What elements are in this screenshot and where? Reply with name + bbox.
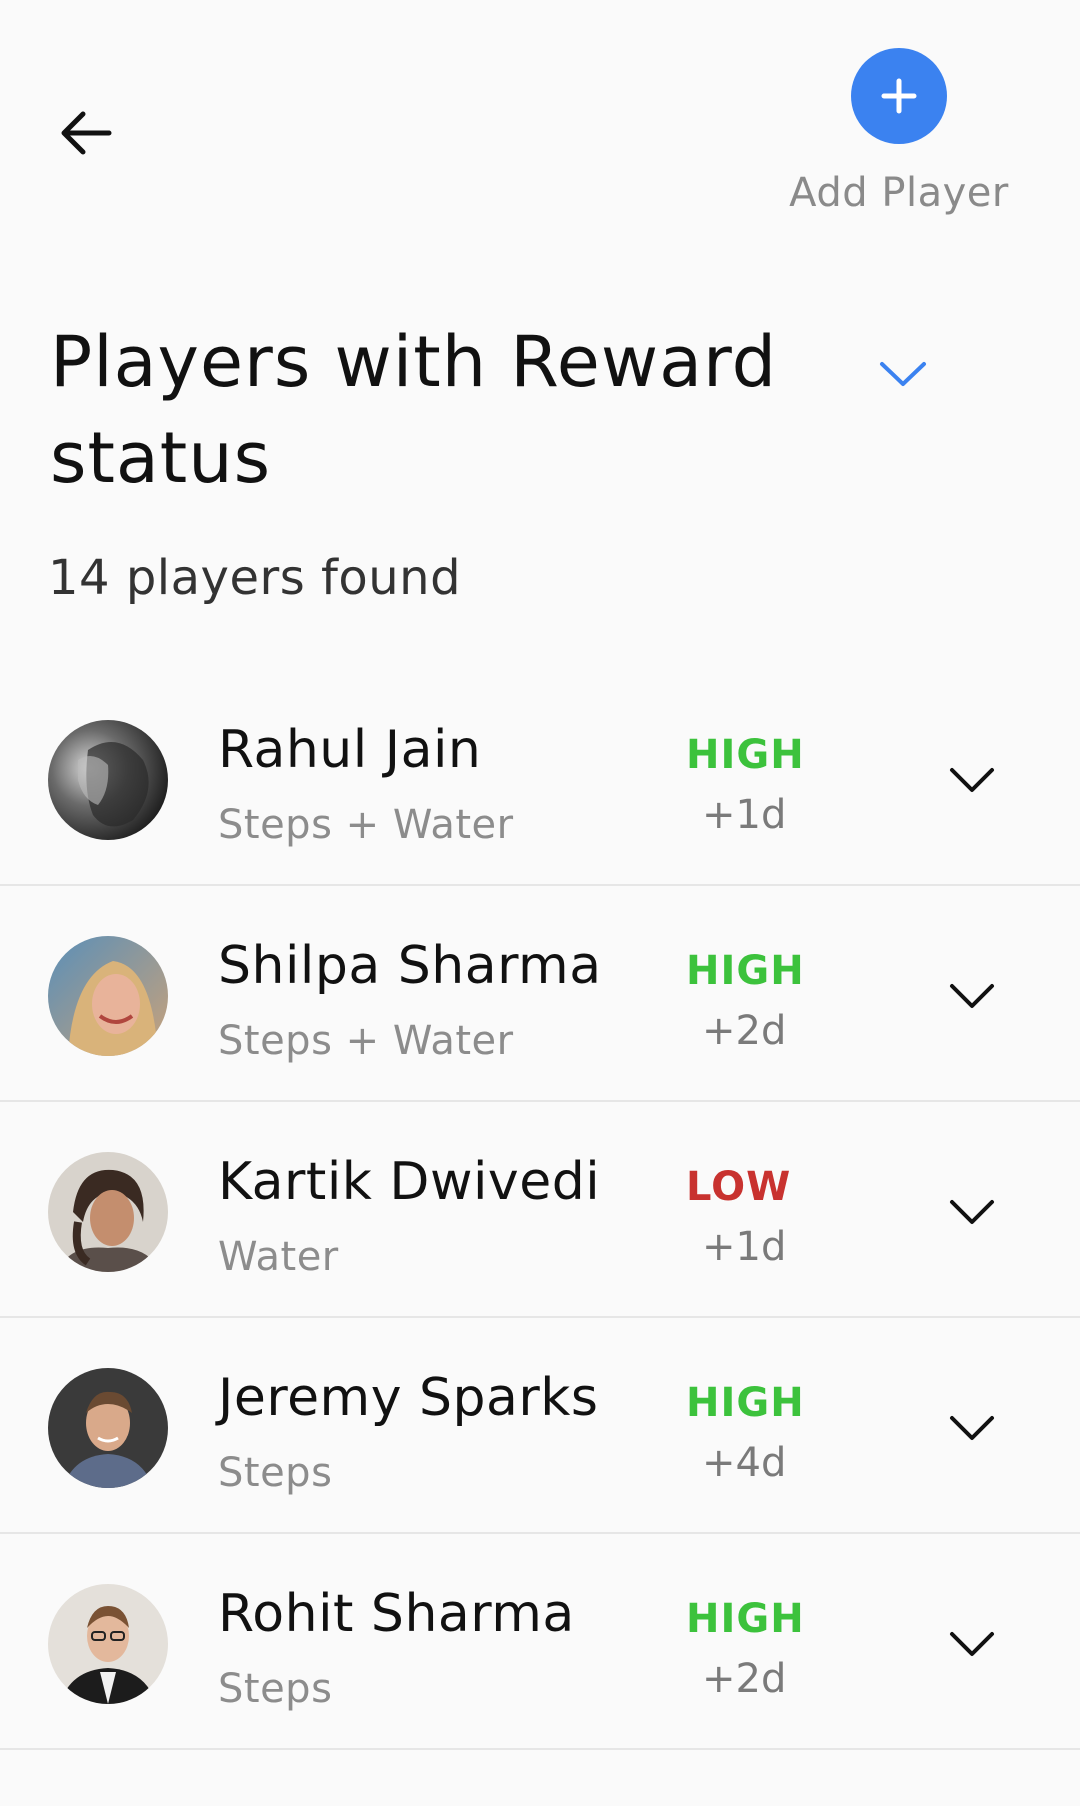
title-section: Players with Reward status (50, 314, 1030, 506)
status-badge: HIGH (686, 1596, 805, 1642)
status-duration: +4d (702, 1440, 787, 1486)
expand-button[interactable] (946, 1626, 998, 1662)
back-button[interactable] (46, 98, 126, 168)
avatar (48, 1152, 168, 1272)
player-name: Kartik Dwivedi (218, 1152, 601, 1212)
status-duration: +2d (702, 1008, 787, 1054)
player-row[interactable]: Kartik Dwivedi Water LOW +1d (0, 1102, 1080, 1318)
player-name: Rahul Jain (218, 720, 482, 780)
player-name: Rohit Sharma (218, 1584, 575, 1644)
player-goals: Steps (218, 1666, 333, 1712)
expand-button[interactable] (946, 1410, 998, 1446)
status-duration: +1d (702, 792, 787, 838)
add-player-label: Add Player (789, 170, 1009, 216)
players-count: 14 players found (48, 550, 462, 606)
players-list: Rahul Jain Steps + Water HIGH +1d Shilpa… (0, 670, 1080, 1750)
filter-dropdown[interactable] (876, 354, 930, 394)
status-badge: HIGH (686, 1380, 805, 1426)
player-row[interactable]: Shilpa Sharma Steps + Water HIGH +2d (0, 886, 1080, 1102)
player-goals: Steps (218, 1450, 333, 1496)
player-name: Jeremy Sparks (218, 1368, 599, 1428)
status-duration: +1d (702, 1224, 787, 1270)
player-name: Shilpa Sharma (218, 936, 602, 996)
players-screen: Add Player Players with Reward status 14… (0, 0, 1080, 1806)
plus-icon (881, 78, 917, 114)
avatar (48, 1584, 168, 1704)
add-player-button[interactable]: Add Player (774, 48, 1024, 216)
expand-button[interactable] (946, 1194, 998, 1230)
add-player-circle[interactable] (851, 48, 947, 144)
status-badge: LOW (686, 1164, 792, 1210)
status-badge: HIGH (686, 948, 805, 994)
status-duration: +2d (702, 1656, 787, 1702)
avatar (48, 1368, 168, 1488)
player-row[interactable]: Rahul Jain Steps + Water HIGH +1d (0, 670, 1080, 886)
chevron-down-icon (950, 1200, 994, 1224)
avatar (48, 720, 168, 840)
chevron-down-icon (950, 1416, 994, 1440)
chevron-down-icon (950, 1632, 994, 1656)
player-row[interactable]: Rohit Sharma Steps HIGH +2d (0, 1534, 1080, 1750)
arrow-left-icon (61, 111, 112, 155)
player-goals: Water (218, 1234, 339, 1280)
player-goals: Steps + Water (218, 802, 514, 848)
status-badge: HIGH (686, 732, 805, 778)
player-row[interactable]: Jeremy Sparks Steps HIGH +4d (0, 1318, 1080, 1534)
chevron-down-icon (950, 984, 994, 1008)
player-goals: Steps + Water (218, 1018, 514, 1064)
page-title: Players with Reward status (50, 321, 777, 499)
expand-button[interactable] (946, 978, 998, 1014)
chevron-down-icon (950, 768, 994, 792)
avatar (48, 936, 168, 1056)
chevron-down-icon (880, 362, 926, 386)
expand-button[interactable] (946, 762, 998, 798)
